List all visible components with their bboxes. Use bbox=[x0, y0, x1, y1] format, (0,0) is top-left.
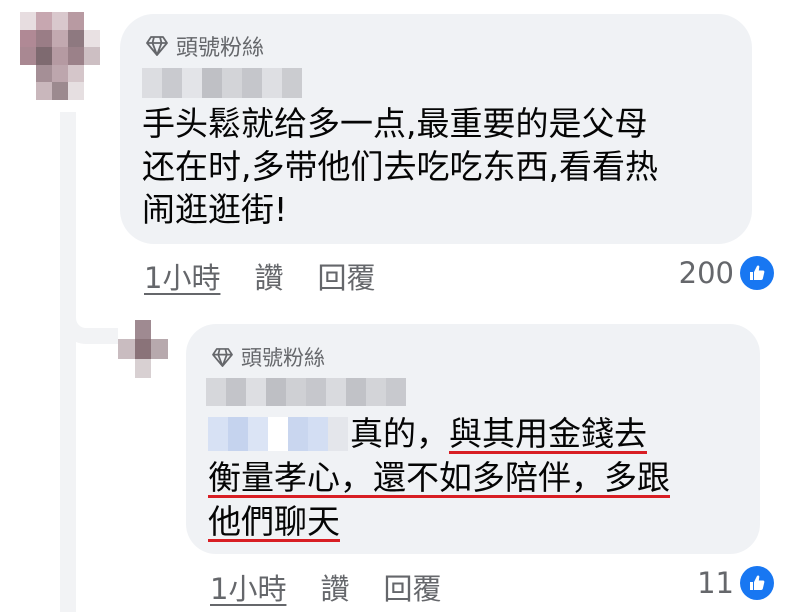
reply-text-underlined: 與其用金錢去 bbox=[449, 414, 647, 453]
reaction-count[interactable]: 200 bbox=[679, 256, 774, 290]
comment-actions: 1小時 讚 回覆 bbox=[144, 255, 409, 297]
reply-text: 真的， 與其用金錢去 衡量孝心，還不如多陪伴，多跟 他們聊天 bbox=[208, 412, 748, 544]
reply-actions: 1小時 讚 回覆 bbox=[210, 566, 475, 608]
timestamp-link[interactable]: 1小時 bbox=[144, 255, 220, 297]
reply-text-line: 真的， 與其用金錢去 bbox=[208, 412, 748, 456]
reply-text-line: 他們聊天 bbox=[208, 500, 748, 544]
avatar[interactable] bbox=[20, 12, 100, 100]
comment-text: 手头鬆就给多一点,最重要的是父母 还在时,多带他们去吃吃东西,看看热 闹逛逛街! bbox=[142, 104, 658, 229]
top-fan-badge: 頭號粉絲 bbox=[146, 30, 264, 62]
like-icon bbox=[740, 256, 774, 290]
reply-text-line: 衡量孝心，還不如多陪伴，多跟 bbox=[208, 456, 748, 500]
diamond-icon bbox=[212, 347, 233, 367]
like-button[interactable]: 讚 bbox=[254, 255, 283, 297]
author-name[interactable] bbox=[142, 68, 302, 98]
mention-tag[interactable] bbox=[208, 417, 348, 451]
like-button[interactable]: 讚 bbox=[320, 566, 349, 608]
reaction-count[interactable]: 11 bbox=[697, 566, 774, 600]
reply-text-segment: 真的， bbox=[350, 414, 449, 453]
reply-author-name[interactable] bbox=[206, 378, 406, 406]
top-fan-badge: 頭號粉絲 bbox=[212, 342, 325, 372]
reaction-count-value: 200 bbox=[678, 256, 734, 290]
badge-label: 頭號粉絲 bbox=[241, 346, 325, 370]
timestamp-link[interactable]: 1小時 bbox=[210, 566, 286, 608]
reply-text-underlined: 衡量孝心，還不如多陪伴，多跟 bbox=[208, 458, 670, 497]
badge-label: 頭號粉絲 bbox=[176, 36, 265, 61]
like-icon bbox=[740, 566, 774, 600]
thread-connector-curve bbox=[60, 300, 118, 344]
reply-avatar[interactable] bbox=[118, 320, 168, 378]
reply-bubble: 頭號粉絲 真的， 與其用金錢去 衡量孝心，還不如多陪伴，多跟 他們聊天 bbox=[186, 324, 760, 554]
reaction-count-value: 11 bbox=[697, 566, 734, 600]
reply-text-underlined: 他們聊天 bbox=[208, 502, 340, 541]
diamond-icon bbox=[146, 36, 168, 56]
comment-bubble: 頭號粉絲 手头鬆就给多一点,最重要的是父母 还在时,多带他们去吃吃东西,看看热 … bbox=[120, 14, 752, 244]
thread-connector bbox=[60, 112, 76, 612]
reply-button[interactable]: 回覆 bbox=[383, 566, 441, 608]
reply-button[interactable]: 回覆 bbox=[317, 255, 375, 297]
